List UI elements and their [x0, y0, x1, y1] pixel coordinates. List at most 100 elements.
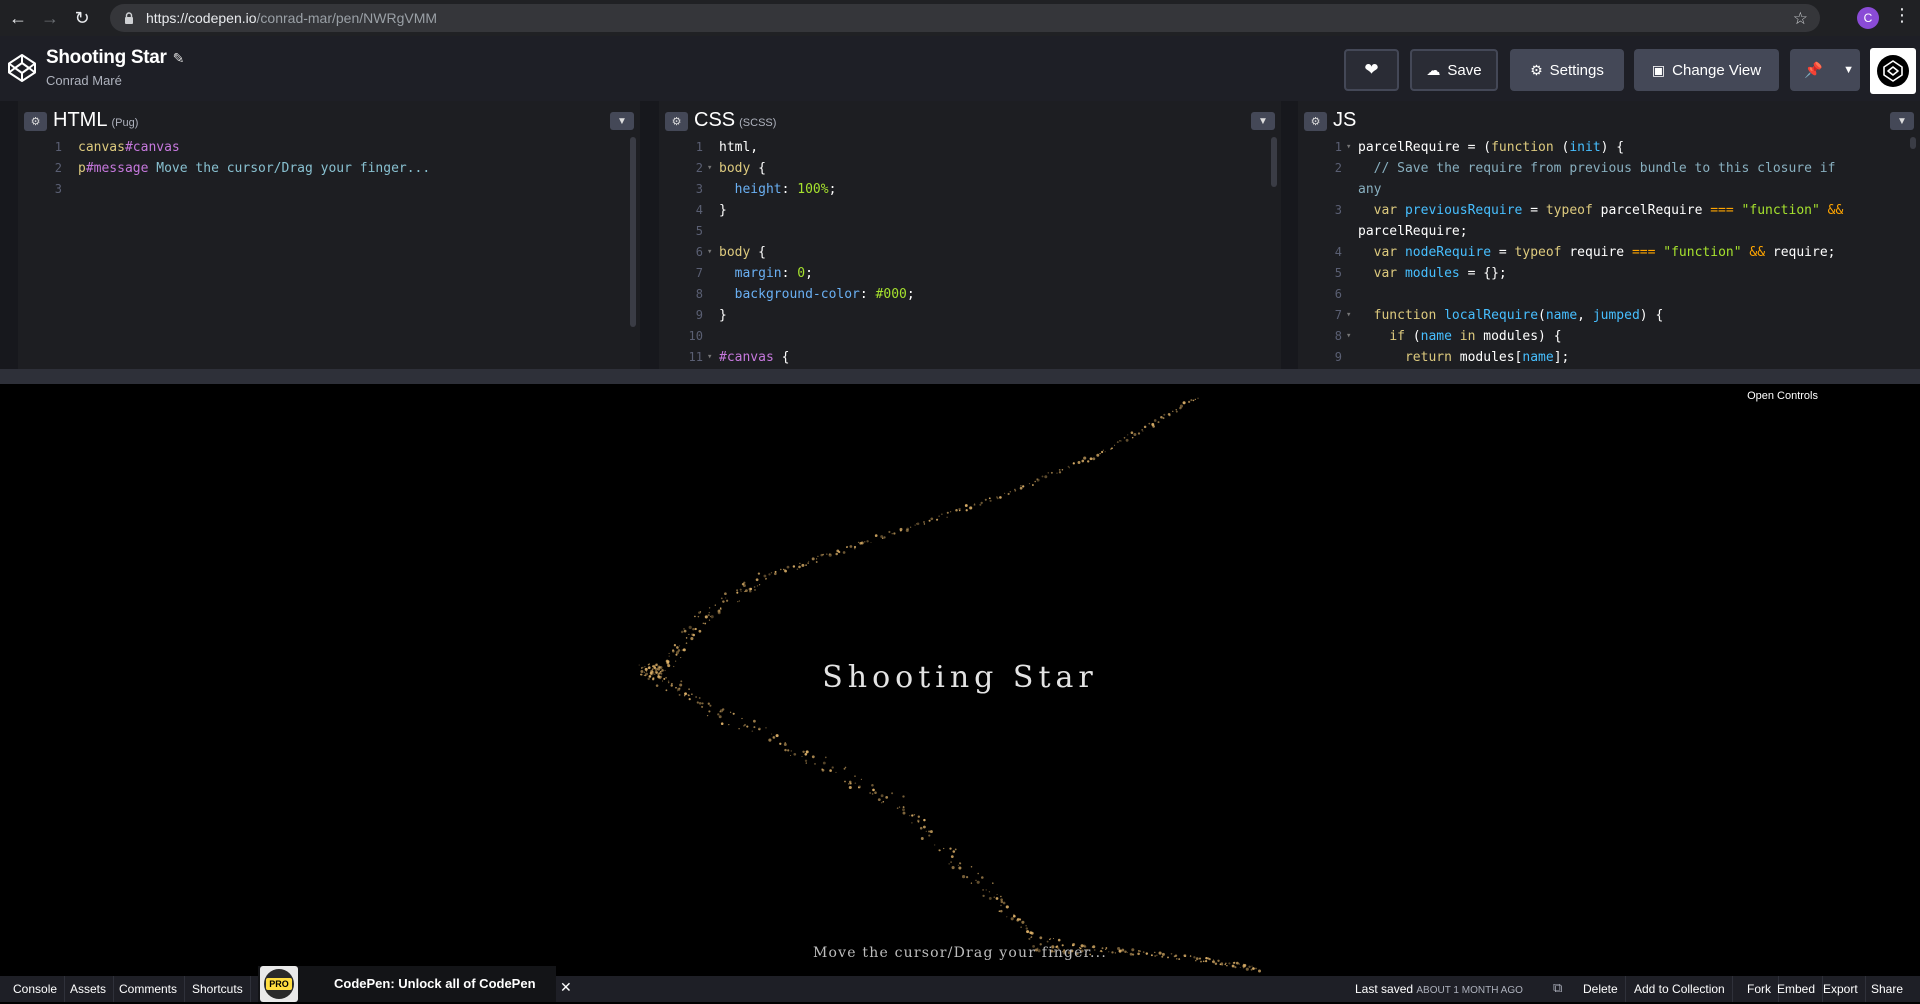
code-line[interactable]: 5 var modules = {}; [1298, 263, 1920, 284]
trail-particle [1234, 966, 1237, 969]
trail-particle [680, 630, 684, 634]
delete-button[interactable]: Delete [1576, 976, 1626, 1002]
line-number: 3 [695, 182, 703, 196]
code-line[interactable]: 5 [659, 221, 1281, 242]
code-line[interactable]: 6 ▾ body { [659, 242, 1281, 263]
html-code-editor[interactable]: 1 canvas#canvas 2 p#message Move the cursor… [18, 137, 640, 369]
fold-arrow-icon[interactable]: ▾ [1346, 137, 1351, 158]
scrollbar[interactable] [630, 137, 636, 327]
assets-button[interactable]: Assets [63, 976, 115, 1002]
shortcuts-button[interactable]: Shortcuts [185, 976, 251, 1002]
fold-arrow-icon[interactable]: ▾ [1346, 305, 1351, 326]
trail-particle [866, 540, 869, 543]
code-line[interactable]: any [1298, 179, 1920, 200]
code-line[interactable]: 2 // Save the require from previous bund… [1298, 158, 1920, 179]
add-to-collection-button[interactable]: Add to Collection [1627, 976, 1733, 1002]
gear-icon[interactable]: ⚙ [1304, 112, 1327, 131]
chevron-down-icon[interactable]: ▼ [1890, 112, 1914, 130]
address-bar[interactable]: https://codepen.io/conrad-mar/pen/NWRgVM… [110, 4, 1820, 32]
code-line[interactable]: 1 html, [659, 137, 1281, 158]
code-line[interactable]: 3 [18, 179, 640, 200]
reload-icon[interactable]: ↻ [68, 4, 96, 32]
code-line[interactable]: 1 canvas#canvas [18, 137, 640, 158]
code-line[interactable]: 9 return modules[name]; [1298, 347, 1920, 368]
export-button[interactable]: Export [1816, 976, 1866, 1002]
codepen-avatar-icon [1877, 55, 1909, 87]
gear-icon[interactable]: ⚙ [665, 112, 688, 131]
codepen-logo-icon[interactable] [6, 52, 38, 84]
scrollbar[interactable] [1271, 137, 1277, 187]
profile-avatar[interactable]: C [1857, 7, 1879, 29]
gear-icon[interactable]: ⚙ [24, 112, 47, 131]
close-icon[interactable]: ✕ [560, 979, 572, 996]
trail-particle [706, 714, 709, 717]
trail-particle [975, 879, 977, 881]
trail-particle [941, 513, 943, 515]
trail-particle [1194, 398, 1196, 400]
comments-button[interactable]: Comments [112, 976, 186, 1002]
trail-particle [736, 591, 739, 594]
code-line[interactable]: 9} [659, 305, 1281, 326]
editor-resize-bar[interactable] [0, 369, 1920, 384]
trail-particle [683, 695, 686, 697]
trail-particle [1235, 961, 1239, 965]
fold-arrow-icon[interactable]: ▾ [1346, 326, 1351, 347]
code-text: background-color: #000; [734, 287, 915, 302]
code-line[interactable]: 8 background-color: #000; [659, 284, 1281, 305]
user-avatar[interactable] [1870, 48, 1916, 94]
code-line[interactable]: 2 ▾ body { [659, 158, 1281, 179]
code-line[interactable]: 11 ▾ #canvas { [659, 347, 1281, 368]
code-line[interactable]: 4 var nodeRequire = typeof require === "… [1298, 242, 1920, 263]
browser-menu-icon[interactable]: ⋮ [1893, 5, 1911, 26]
code-line[interactable]: 10 [659, 326, 1281, 347]
pro-promo-banner[interactable]: PRO CodePen: Unlock all of CodePen ✕ [258, 966, 572, 1002]
open-controls-button[interactable]: Open Controls [1747, 390, 1818, 402]
save-button[interactable]: ☁ Save [1410, 49, 1498, 91]
pin-button[interactable]: 📌 ▼ [1790, 49, 1860, 91]
code-line[interactable]: 2 p#message Move the cursor/Drag your fin… [18, 158, 640, 179]
code-line[interactable]: 6 [1298, 284, 1920, 305]
settings-button[interactable]: ⚙ Settings [1510, 49, 1624, 91]
code-line[interactable]: 7 ▾ function localRequire(name, jumped) { [1298, 305, 1920, 326]
trail-particle [1077, 461, 1081, 464]
trail-particle [1052, 937, 1055, 940]
console-button[interactable]: Console [6, 976, 66, 1002]
back-arrow-icon[interactable]: ← [4, 4, 32, 32]
code-line[interactable]: parcelRequire; [1298, 221, 1920, 242]
js-code-editor[interactable]: 1 ▾ parcelRequire = (function (init) {2 //… [1298, 137, 1920, 369]
forward-arrow-icon[interactable]: → [36, 4, 64, 32]
trail-particle [720, 722, 724, 725]
trail-particle [1034, 480, 1036, 483]
trail-particle [1251, 965, 1253, 967]
chevron-down-icon[interactable]: ▼ [1251, 112, 1275, 130]
bookmark-star-icon[interactable]: ☆ [1793, 9, 1808, 29]
code-line[interactable]: 3 height: 100%; [659, 179, 1281, 200]
trail-particle [951, 866, 955, 870]
code-line[interactable]: 3 var previousRequire = typeof parcelReq… [1298, 200, 1920, 221]
preview-frame[interactable]: Open Controls Shooting Star Move the cur… [0, 384, 1920, 976]
chevron-down-icon[interactable]: ▼ [610, 112, 634, 130]
share-button[interactable]: Share [1864, 976, 1910, 1002]
trail-particle [882, 800, 885, 803]
change-view-button[interactable]: ▣ Change View [1634, 49, 1779, 91]
code-text: } [719, 308, 727, 323]
fold-arrow-icon[interactable]: ▾ [707, 242, 712, 263]
edit-pencil-icon[interactable]: ✎ [173, 50, 185, 66]
trail-particle [880, 535, 884, 538]
pen-title[interactable]: Shooting Star ✎ [46, 47, 184, 69]
chevron-down-icon[interactable]: ▼ [1843, 64, 1854, 76]
scrollbar[interactable] [1910, 137, 1916, 149]
love-button[interactable]: ❤ [1344, 49, 1399, 91]
code-line[interactable]: 7 margin: 0; [659, 263, 1281, 284]
trail-particle [826, 553, 828, 555]
code-line[interactable]: 8 ▾ if (name in modules) { [1298, 326, 1920, 347]
external-link-icon[interactable]: ⧉ [1553, 980, 1562, 996]
trail-particle [938, 515, 940, 517]
fold-arrow-icon[interactable]: ▾ [707, 158, 712, 179]
code-line[interactable]: 1 ▾ parcelRequire = (function (init) { [1298, 137, 1920, 158]
trail-particle [844, 766, 847, 769]
code-line[interactable]: 4} [659, 200, 1281, 221]
pen-author[interactable]: Conrad Maré [46, 73, 122, 88]
css-code-editor[interactable]: 1 html, 2 ▾ body {3 height: 100%; 4} 5 6 ▾ body {… [659, 137, 1281, 369]
fold-arrow-icon[interactable]: ▾ [707, 347, 712, 368]
